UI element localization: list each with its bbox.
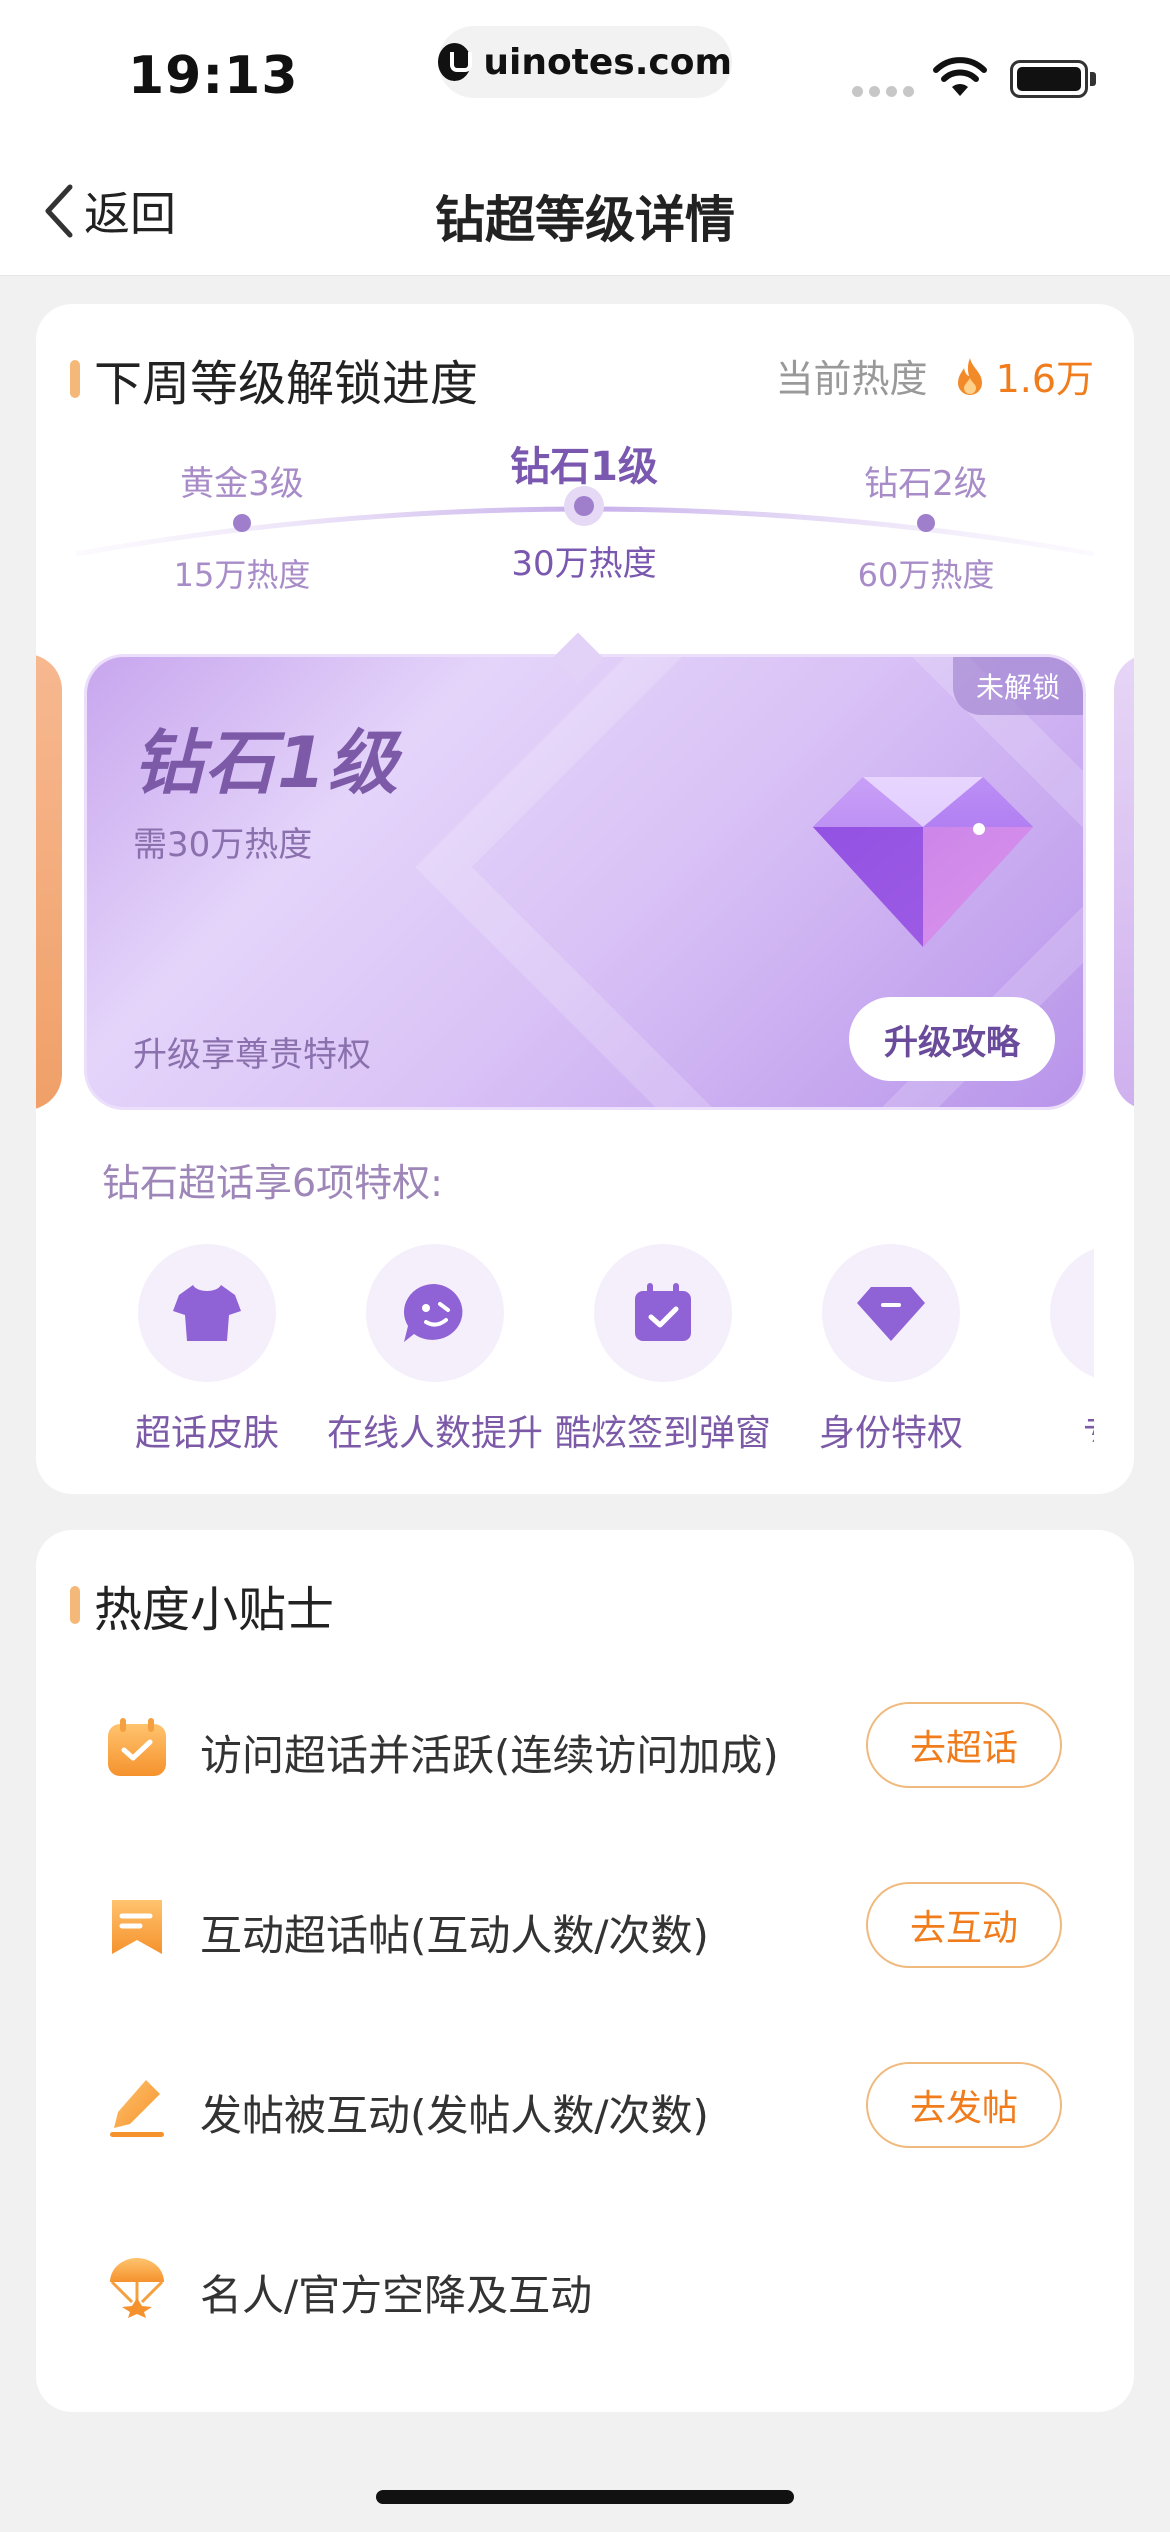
page-title: 钻超等级详情 [435,191,735,249]
locked-badge: 未解锁 [953,657,1083,715]
title-accent-bar [70,360,80,398]
tip-row: 名人/官方空降及互动 [36,2230,1134,2340]
nav-bar: 返回 钻超等级详情 [0,140,1170,276]
calendar-check-icon [635,1283,691,1341]
tier-card[interactable]: 未解锁 钻石1级 需30万热度 升级享尊贵特权 升级攻略 [84,654,1086,1110]
level-dot-1 [574,496,594,516]
tip-text: 访问超话并活跃(连续访问加成) [200,1731,779,1780]
current-heat-label: 当前热度 [775,357,928,401]
pencil-icon [110,2080,164,2137]
tshirt-icon [173,1285,241,1341]
badge-icon [1087,1281,1094,1345]
tip-text: 互动超话帖(互动人数/次数) [200,1911,709,1960]
privilege-item[interactable]: 酷炫签到弹窗 [548,1244,778,1456]
privilege-label: 身份特权 [818,1413,963,1454]
privilege-label: 专属 [1004,1404,1094,1456]
flame-icon [957,357,982,395]
go-post-button[interactable]: 去发帖 [866,2062,1062,2148]
tip-text: 名人/官方空降及互动 [200,2271,593,2320]
privilege-item[interactable]: 超话皮肤 [92,1244,322,1456]
privileges-title: 钻石超话享6项特权: [102,1161,443,1205]
tip-row: 发帖被互动(发帖人数/次数) 去发帖 [36,2050,1134,2160]
privilege-label: 超话皮肤 [134,1413,279,1454]
tier-perk-text: 升级享尊贵特权 [133,1035,371,1075]
title-accent-bar [70,1586,80,1624]
gem-icon [857,1287,925,1341]
privilege-label: 酷炫签到弹窗 [554,1413,771,1454]
status-bar: 19:13 uinotes.com [0,0,1170,140]
privilege-item[interactable]: 身份特权 [776,1244,1006,1456]
section-header: 热度小贴士 [70,1570,334,1640]
chat-face-icon [403,1283,463,1342]
tier-carousel[interactable]: 未解锁 钻石1级 需30万热度 升级享尊贵特权 升级攻略 [36,632,1134,1114]
home-indicator[interactable] [376,2490,794,2504]
signal-icon [852,86,914,97]
tier-name: 钻石1级 [133,722,400,804]
site-logo-icon [438,43,473,81]
privilege-item[interactable]: 在线人数提升 [320,1244,550,1456]
url-text: uinotes.com [483,41,732,83]
privileges-list[interactable]: 超话皮肤 在线人数提升 酷炫签到弹窗 身份特权 [92,1244,1094,1464]
go-topic-button[interactable]: 去超话 [866,1702,1062,1788]
diamond-icon [813,777,1033,947]
status-time: 19:13 [128,46,299,106]
heat-tips-card: 热度小贴士 访问超话并活跃(连续访问加成) 去超话 互动超话帖(互动人数/次数)… [36,1530,1134,2412]
go-interact-button[interactable]: 去互动 [866,1882,1062,1968]
privilege-label: 在线人数提升 [326,1413,543,1454]
section-title: 热度小贴士 [94,1582,335,1638]
tip-text: 发帖被互动(发帖人数/次数) [200,2091,709,2140]
level-heat: 60万热度 [857,556,995,594]
bookmark-icon [112,1900,162,1954]
level-dot-2 [917,514,935,532]
tip-row: 访问超话并活跃(连续访问加成) 去超话 [36,1690,1134,1800]
url-pill[interactable]: uinotes.com [438,26,732,98]
level-progress-track: 黄金3级 15万热度 钻石1级 30万热度 钻石2级 60万热度 [36,444,1134,624]
level-dot-0 [233,514,251,532]
level-name[interactable]: 黄金3级 [142,456,342,505]
unlock-progress-card: 下周等级解锁进度 当前热度 1.6万 黄金3级 15万热度 钻石1级 30万热度… [36,304,1134,1494]
section-title: 下周等级解锁进度 [94,356,479,412]
level-name-active[interactable]: 钻石1级 [484,434,684,492]
next-tier-card[interactable] [1114,654,1134,1110]
level-name[interactable]: 钻石2级 [826,456,1026,505]
privilege-item[interactable]: 专属 [1004,1244,1094,1456]
tip-row: 互动超话帖(互动人数/次数) 去互动 [36,1870,1134,1980]
current-heat: 当前热度 1.6万 [776,348,1094,403]
level-heat-active: 30万热度 [511,544,657,584]
battery-icon [1010,60,1088,98]
current-heat-value: 1.6万 [995,357,1094,401]
wifi-icon [933,57,987,96]
tier-requirement: 需30万热度 [133,825,313,865]
prev-tier-card[interactable] [36,654,62,1110]
upgrade-guide-button[interactable]: 升级攻略 [849,997,1055,1081]
section-header: 下周等级解锁进度 [70,344,478,414]
parachute-icon [110,2258,164,2318]
level-heat: 15万热度 [173,556,311,594]
calendar-check-icon [108,1718,166,1776]
